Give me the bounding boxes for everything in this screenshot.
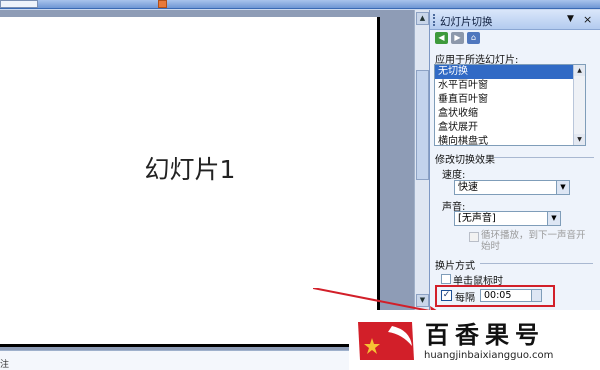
sound-value: [无声音] [458, 213, 496, 224]
transition-item[interactable]: 水平百叶窗 [435, 79, 585, 93]
loop-sound-label: 循环播放，到下一声音开始时 [481, 230, 586, 252]
section-divider [494, 157, 594, 158]
modify-transition-label: 修改切换效果 [435, 155, 495, 166]
toolbar-button[interactable] [0, 0, 38, 8]
pane-navigation: ◀ ▶ ⌂ [430, 30, 600, 46]
chevron-down-icon[interactable]: ▼ [556, 181, 569, 194]
home-icon[interactable]: ⌂ [467, 32, 480, 44]
watermark-logo-icon [358, 322, 414, 360]
scroll-thumb[interactable] [416, 70, 429, 180]
transition-list[interactable]: 无切换 水平百叶窗 垂直百叶窗 盒状收缩 盒状展开 横向棋盘式 ▲ ▼ [434, 64, 586, 146]
forward-icon[interactable]: ▶ [451, 32, 464, 44]
watermark-name: 百香果号 [425, 321, 545, 349]
sound-select[interactable]: [无声音] ▼ [454, 211, 561, 226]
watermark-url: huangjinbaixiangguo.com [424, 350, 554, 361]
transition-item[interactable]: 盒状收缩 [435, 107, 585, 121]
pane-grip-handle[interactable] [433, 14, 435, 26]
automatically-after-label: 每隔 [455, 293, 475, 304]
on-mouse-click-checkbox[interactable] [441, 274, 451, 284]
back-icon[interactable]: ◀ [435, 32, 448, 44]
pane-title: 幻灯片切换 [440, 16, 493, 28]
toolbar-icon[interactable] [158, 0, 167, 8]
slide-title[interactable]: 幻灯片1 [0, 150, 380, 186]
speed-value: 快速 [458, 182, 478, 193]
pane-header: 幻灯片切换 ▼ × [430, 10, 600, 30]
scroll-up-button[interactable]: ▲ [416, 12, 429, 25]
interval-time-input[interactable]: 00:05 [480, 289, 542, 302]
toolbar [0, 0, 600, 9]
chevron-down-icon[interactable]: ▼ [547, 212, 560, 225]
section-divider [480, 263, 593, 264]
slide-transition-task-pane: 幻灯片切换 ▼ × ◀ ▶ ⌂ 应用于所选幻灯片: 无切换 水平百叶窗 垂直百叶… [429, 10, 600, 310]
time-spinner[interactable] [531, 290, 541, 301]
pane-close-icon[interactable]: × [583, 13, 592, 26]
transition-item[interactable]: 垂直百叶窗 [435, 93, 585, 107]
transition-item[interactable]: 无切换 [435, 65, 585, 79]
pane-menu-arrow-icon[interactable]: ▼ [567, 14, 574, 24]
advance-slide-label: 换片方式 [435, 261, 475, 272]
watermark: 百香果号 huangjinbaixiangguo.com [349, 310, 600, 370]
list-scroll-down-icon[interactable]: ▼ [574, 134, 585, 145]
slide-vertical-scrollbar[interactable]: ▲ ▼ [414, 10, 429, 310]
loop-sound-checkbox[interactable] [469, 232, 479, 242]
interval-time-value: 00:05 [484, 290, 512, 301]
list-scroll-up-icon[interactable]: ▲ [574, 65, 585, 76]
notes-label: 注 [0, 360, 10, 370]
transition-item[interactable]: 盒状展开 [435, 121, 585, 135]
transition-item[interactable]: 横向棋盘式 [435, 135, 585, 145]
speed-label: 速度: [442, 170, 466, 181]
speed-select[interactable]: 快速 ▼ [454, 180, 570, 195]
transition-list-scrollbar[interactable]: ▲ ▼ [573, 65, 585, 145]
